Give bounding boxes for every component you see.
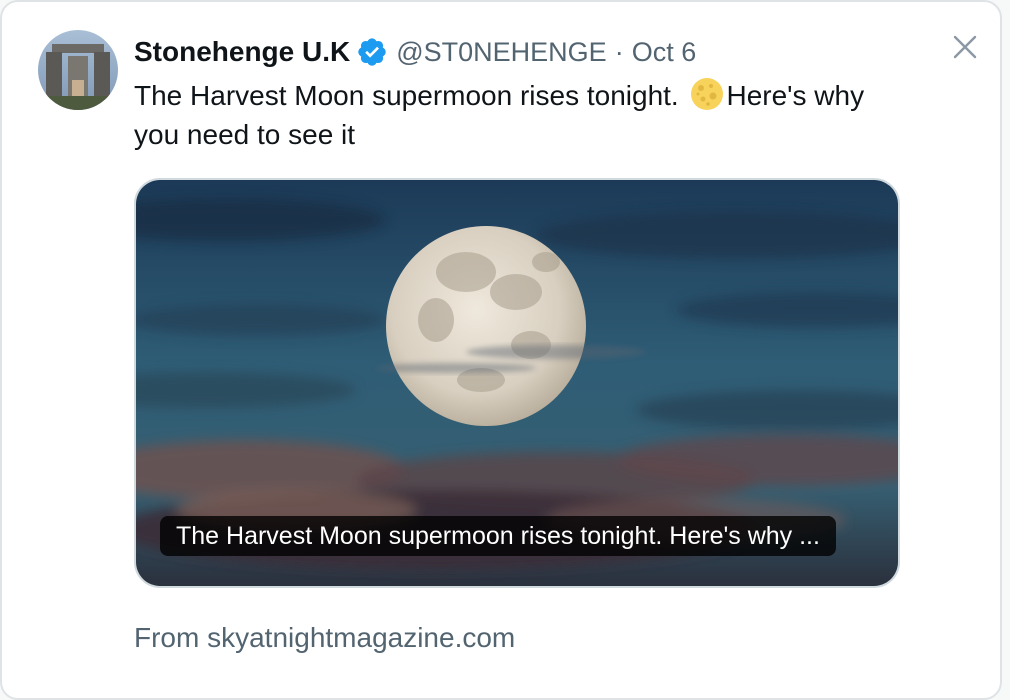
verified-badge-icon[interactable] — [356, 36, 388, 68]
tweet-text-part: The Harvest Moon supermoon rises tonight… — [134, 80, 687, 111]
tweet-card: Stonehenge U.K @ST0NEHENGE · Oct 6 The H… — [0, 0, 1002, 700]
link-source[interactable]: From skyatnightmagazine.com — [134, 622, 515, 654]
link-card-image[interactable]: The Harvest Moon supermoon rises tonight… — [134, 178, 900, 588]
display-name[interactable]: Stonehenge U.K — [134, 36, 350, 68]
close-icon[interactable] — [950, 32, 980, 62]
tweet-header: Stonehenge U.K @ST0NEHENGE · Oct 6 — [134, 32, 696, 72]
tweet-date[interactable]: Oct 6 — [632, 37, 697, 68]
tweet-text: The Harvest Moon supermoon rises tonight… — [134, 76, 914, 154]
avatar[interactable] — [38, 30, 118, 110]
full-moon-emoji — [690, 77, 724, 111]
author-handle[interactable]: @ST0NEHENGE — [396, 37, 606, 68]
header-separator: · — [614, 36, 624, 67]
link-card-caption: The Harvest Moon supermoon rises tonight… — [160, 516, 836, 556]
